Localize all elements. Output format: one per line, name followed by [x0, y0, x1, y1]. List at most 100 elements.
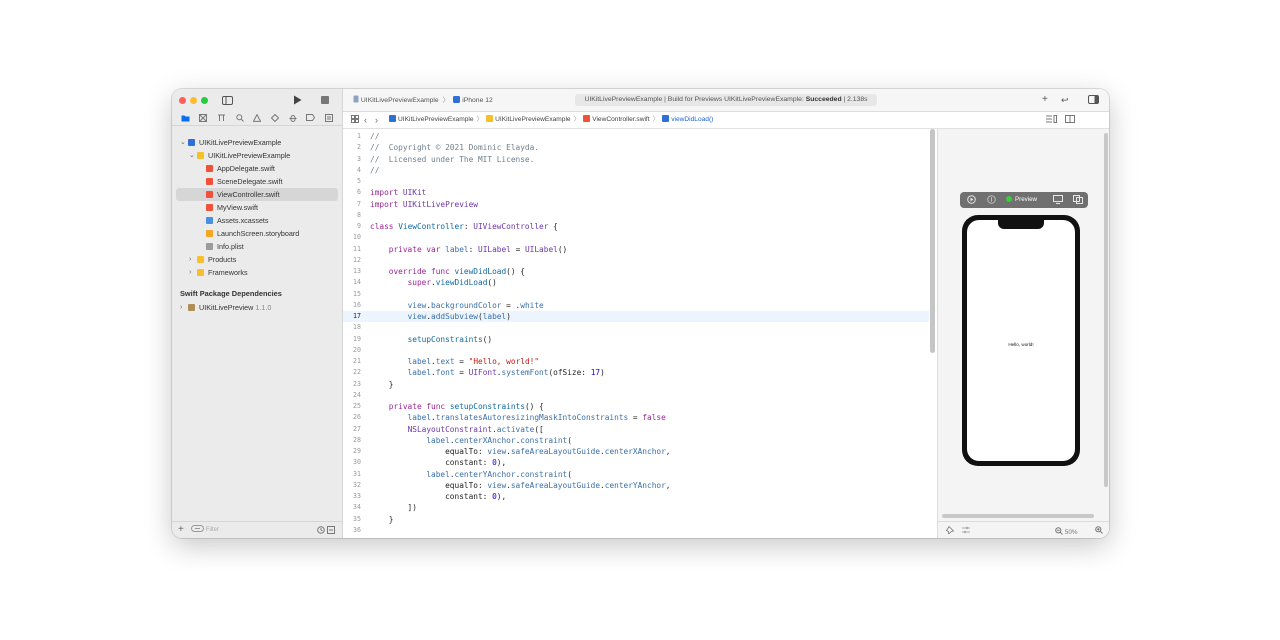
related-items-icon[interactable]: [351, 115, 359, 125]
report-icon[interactable]: [325, 114, 334, 123]
code-line[interactable]: 15: [343, 289, 929, 300]
line-number[interactable]: 19: [343, 334, 361, 345]
code-line[interactable]: 2 // Copyright © 2021 Dominic Elayda.: [343, 142, 929, 153]
debug-icon[interactable]: [289, 114, 297, 123]
code-line[interactable]: 3 // Licensed under The MIT License.: [343, 154, 929, 165]
code-line[interactable]: 31 label.centerYAnchor.constraint(: [343, 469, 929, 480]
line-number[interactable]: 36: [343, 525, 361, 536]
breadcrumb-group[interactable]: UIKitLivePreviewExample: [495, 116, 571, 123]
code-line[interactable]: 7 import UIKitLivePreview: [343, 199, 929, 210]
scheme-selector[interactable]: UIKitLivePreviewExample 〉 iPhone 12: [353, 95, 493, 106]
tree-item[interactable]: AppDelegate.swift: [172, 162, 342, 175]
disclosure-expanded-icon[interactable]: ⌄: [180, 136, 186, 149]
editor-scrollbar[interactable]: [930, 129, 935, 353]
code-line[interactable]: 23 }: [343, 379, 929, 390]
code-line[interactable]: 29 equalTo: view.safeAreaLayoutGuide.cen…: [343, 446, 929, 457]
duplicate-preview-icon[interactable]: [1073, 195, 1083, 207]
sidebar-toggle-icon[interactable]: [222, 96, 233, 107]
library-add-icon[interactable]: +: [1042, 94, 1048, 106]
code-line[interactable]: 28 label.centerXAnchor.constraint(: [343, 435, 929, 446]
adjust-icon[interactable]: [962, 526, 970, 537]
editor-options-icon[interactable]: [1046, 115, 1057, 125]
canvas-horizontal-scrollbar[interactable]: [942, 514, 1094, 518]
tree-item[interactable]: Assets.xcassets: [172, 214, 342, 227]
line-number[interactable]: 37: [343, 536, 361, 538]
package-item[interactable]: › UIKitLivePreview 1.1.0: [172, 301, 342, 314]
line-number[interactable]: 20: [343, 345, 361, 356]
code-line[interactable]: 13 override func viewDidLoad() {: [343, 266, 929, 277]
line-number[interactable]: 35: [343, 514, 361, 525]
disclosure-expanded-icon[interactable]: ⌄: [189, 149, 195, 162]
code-line[interactable]: 19 setupConstraints(): [343, 334, 929, 345]
close-window-button[interactable]: [179, 97, 186, 104]
line-number[interactable]: 1: [343, 131, 361, 142]
run-icon[interactable]: [293, 95, 302, 107]
scm-status-icon[interactable]: [327, 526, 335, 536]
code-line[interactable]: 24: [343, 390, 929, 401]
line-number[interactable]: 34: [343, 502, 361, 513]
code-line[interactable]: 17 view.addSubview(label): [343, 311, 929, 323]
line-number[interactable]: 17: [343, 311, 361, 322]
line-number[interactable]: 9: [343, 221, 361, 232]
line-number[interactable]: 2: [343, 142, 361, 153]
breadcrumb-function[interactable]: viewDidLoad(): [671, 116, 713, 123]
code-line[interactable]: 6 import UIKit: [343, 187, 929, 198]
test-diamond-icon[interactable]: [270, 113, 280, 123]
code-line[interactable]: 35 }: [343, 514, 929, 525]
warning-icon[interactable]: [253, 113, 262, 123]
code-line[interactable]: 37}: [343, 536, 929, 538]
breakpoint-icon[interactable]: [306, 114, 316, 123]
inspector-toggle-icon[interactable]: [1088, 95, 1099, 108]
canvas-vertical-scrollbar[interactable]: [1104, 133, 1108, 487]
line-number[interactable]: 18: [343, 322, 361, 333]
code-line[interactable]: 26 label.translatesAutoresizingMaskIntoC…: [343, 412, 929, 423]
line-number[interactable]: 28: [343, 435, 361, 446]
zoom-control[interactable]: 50%: [1055, 527, 1078, 537]
code-line[interactable]: 11 private var label: UILabel = UILabel(…: [343, 244, 929, 255]
code-line[interactable]: 32 equalTo: view.safeAreaLayoutGuide.cen…: [343, 480, 929, 491]
preview-mode-toggle[interactable]: Preview: [1006, 195, 1037, 205]
code-line[interactable]: 34 ]): [343, 502, 929, 513]
recent-files-icon[interactable]: [317, 526, 325, 536]
disclosure-collapsed-icon[interactable]: ›: [180, 301, 182, 314]
tree-item[interactable]: ⌄ UIKitLivePreviewExample: [172, 149, 342, 162]
breadcrumb-file[interactable]: ViewController.swift: [592, 116, 649, 123]
code-line[interactable]: 10: [343, 232, 929, 243]
back-chevron-icon[interactable]: ‹: [364, 115, 367, 125]
device-settings-icon[interactable]: [1053, 195, 1063, 207]
line-number[interactable]: 33: [343, 491, 361, 502]
add-icon[interactable]: +: [178, 525, 184, 535]
folder-icon[interactable]: [181, 114, 190, 123]
tree-item[interactable]: SceneDelegate.swift: [172, 175, 342, 188]
code-line[interactable]: 25 private func setupConstraints() {: [343, 401, 929, 412]
code-line[interactable]: 21 label.text = "Hello, world!": [343, 356, 929, 367]
code-line[interactable]: 20: [343, 345, 929, 356]
line-number[interactable]: 10: [343, 232, 361, 243]
code-line[interactable]: 36: [343, 525, 929, 536]
line-number[interactable]: 3: [343, 154, 361, 165]
code-line[interactable]: 9 class ViewController: UIViewController …: [343, 221, 929, 232]
search-icon[interactable]: [236, 114, 244, 123]
minimize-window-button[interactable]: [190, 97, 197, 104]
tree-item[interactable]: Info.plist: [172, 240, 342, 253]
breadcrumb-project[interactable]: UIKitLivePreviewExample: [398, 116, 474, 123]
line-number[interactable]: 27: [343, 424, 361, 435]
line-number[interactable]: 8: [343, 210, 361, 221]
code-review-icon[interactable]: ↩︎: [1061, 94, 1069, 106]
filter-options-icon[interactable]: [191, 525, 204, 532]
hierarchy-icon[interactable]: [217, 114, 226, 123]
line-number[interactable]: 31: [343, 469, 361, 480]
code-line[interactable]: 1 //: [343, 131, 929, 142]
line-number[interactable]: 30: [343, 457, 361, 468]
line-number[interactable]: 29: [343, 446, 361, 457]
live-preview-icon[interactable]: [967, 195, 976, 207]
tree-item[interactable]: ⌄ UIKitLivePreviewExample: [172, 136, 342, 149]
code-line[interactable]: 22 label.font = UIFont.systemFont(ofSize…: [343, 367, 929, 378]
line-number[interactable]: 11: [343, 244, 361, 255]
tree-item[interactable]: MyView.swift: [172, 201, 342, 214]
disclosure-collapsed-icon[interactable]: ›: [189, 266, 191, 279]
code-line[interactable]: 27 NSLayoutConstraint.activate([: [343, 424, 929, 435]
code-line[interactable]: 18: [343, 322, 929, 333]
code-line[interactable]: 16 view.backgroundColor = .white: [343, 300, 929, 311]
code-line[interactable]: 4 //: [343, 165, 929, 176]
